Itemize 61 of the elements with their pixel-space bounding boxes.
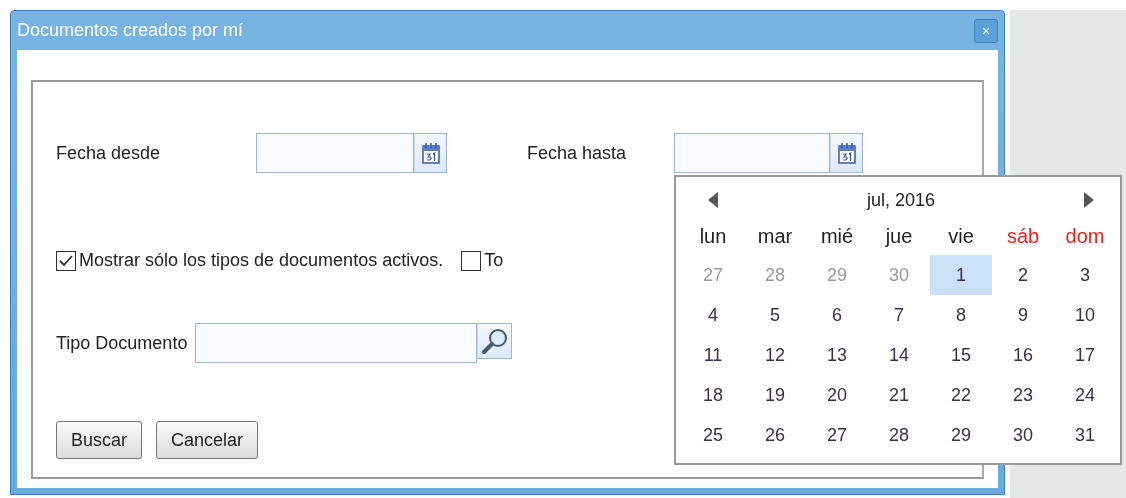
weekday-label: mar bbox=[757, 224, 793, 249]
weekday-label: sáb bbox=[1006, 224, 1040, 249]
calendar-day[interactable]: 29 bbox=[930, 415, 992, 455]
calendar-day[interactable]: 6 bbox=[806, 295, 868, 335]
calendar-day[interactable]: 25 bbox=[682, 415, 744, 455]
check-icon bbox=[58, 253, 74, 268]
search-button[interactable] bbox=[477, 323, 513, 359]
date-picker-button[interactable] bbox=[414, 133, 447, 173]
calendar-day[interactable]: 2 bbox=[992, 255, 1054, 295]
calendar-day[interactable]: 5 bbox=[744, 295, 806, 335]
date-picker-button[interactable] bbox=[830, 133, 863, 173]
month-title: jul, 2016 bbox=[866, 189, 936, 211]
field-label: Fecha desde bbox=[56, 142, 162, 164]
calendar-day[interactable]: 1 bbox=[930, 255, 992, 295]
calendar-day[interactable]: 21 bbox=[868, 375, 930, 415]
search-icon bbox=[480, 327, 509, 355]
calendar-icon bbox=[837, 142, 856, 164]
previous-month-icon[interactable] bbox=[708, 192, 718, 208]
calendar-day[interactable]: 28 bbox=[868, 415, 930, 455]
calendar-day[interactable]: 14 bbox=[868, 335, 930, 375]
calendar-day[interactable]: 13 bbox=[806, 335, 868, 375]
calendar-day[interactable]: 15 bbox=[930, 335, 992, 375]
checkbox[interactable] bbox=[56, 250, 76, 271]
date-field[interactable] bbox=[256, 133, 414, 173]
calendar-day[interactable]: 12 bbox=[744, 335, 806, 375]
checkbox[interactable] bbox=[461, 250, 482, 271]
document-type-field[interactable] bbox=[195, 323, 478, 363]
calendar-day[interactable]: 31 bbox=[1054, 415, 1116, 455]
calendar-day[interactable]: 26 bbox=[744, 415, 806, 455]
calendar-day[interactable]: 10 bbox=[1054, 295, 1116, 335]
weekday-label: mié bbox=[820, 224, 854, 249]
calendar-day[interactable]: 3 bbox=[1054, 255, 1116, 295]
calendar-day[interactable]: 22 bbox=[930, 375, 992, 415]
calendar-day[interactable]: 23 bbox=[992, 375, 1054, 415]
calendar-day[interactable]: 24 bbox=[1054, 375, 1116, 415]
weekday-label: jue bbox=[885, 224, 913, 249]
calendar-day[interactable]: 9 bbox=[992, 295, 1054, 335]
window-title: Documentos creados por mí bbox=[17, 20, 244, 41]
calendar-day[interactable]: 20 bbox=[806, 375, 868, 415]
calendar-day[interactable]: 16 bbox=[992, 335, 1054, 375]
cancel-button[interactable]: Cancelar bbox=[156, 421, 259, 459]
next-month-icon[interactable] bbox=[1084, 192, 1094, 208]
calendar-day[interactable]: 11 bbox=[682, 335, 744, 375]
weekday-label: lun bbox=[699, 224, 727, 249]
calendar-day[interactable]: 27 bbox=[806, 415, 868, 455]
search-submit-button[interactable]: Buscar bbox=[56, 421, 143, 459]
calendar-day[interactable]: 4 bbox=[682, 295, 744, 335]
checkbox-label: To bbox=[484, 250, 504, 271]
weekday-label: dom bbox=[1065, 224, 1105, 249]
calendar-day[interactable]: 17 bbox=[1054, 335, 1116, 375]
checkbox-option[interactable]: To bbox=[461, 250, 504, 271]
weekday-label: vie bbox=[948, 224, 974, 249]
calendar-day[interactable]: 18 bbox=[682, 375, 744, 415]
calendar-day[interactable]: 30 bbox=[992, 415, 1054, 455]
calendar-day[interactable]: 19 bbox=[744, 375, 806, 415]
calendar-day[interactable]: 8 bbox=[930, 295, 992, 335]
field-label: Fecha hasta bbox=[527, 142, 628, 164]
field-label: Tipo Documento bbox=[56, 332, 188, 354]
calendar-icon bbox=[421, 142, 440, 164]
date-field[interactable] bbox=[674, 133, 830, 173]
calendar-day[interactable]: 7 bbox=[868, 295, 930, 335]
